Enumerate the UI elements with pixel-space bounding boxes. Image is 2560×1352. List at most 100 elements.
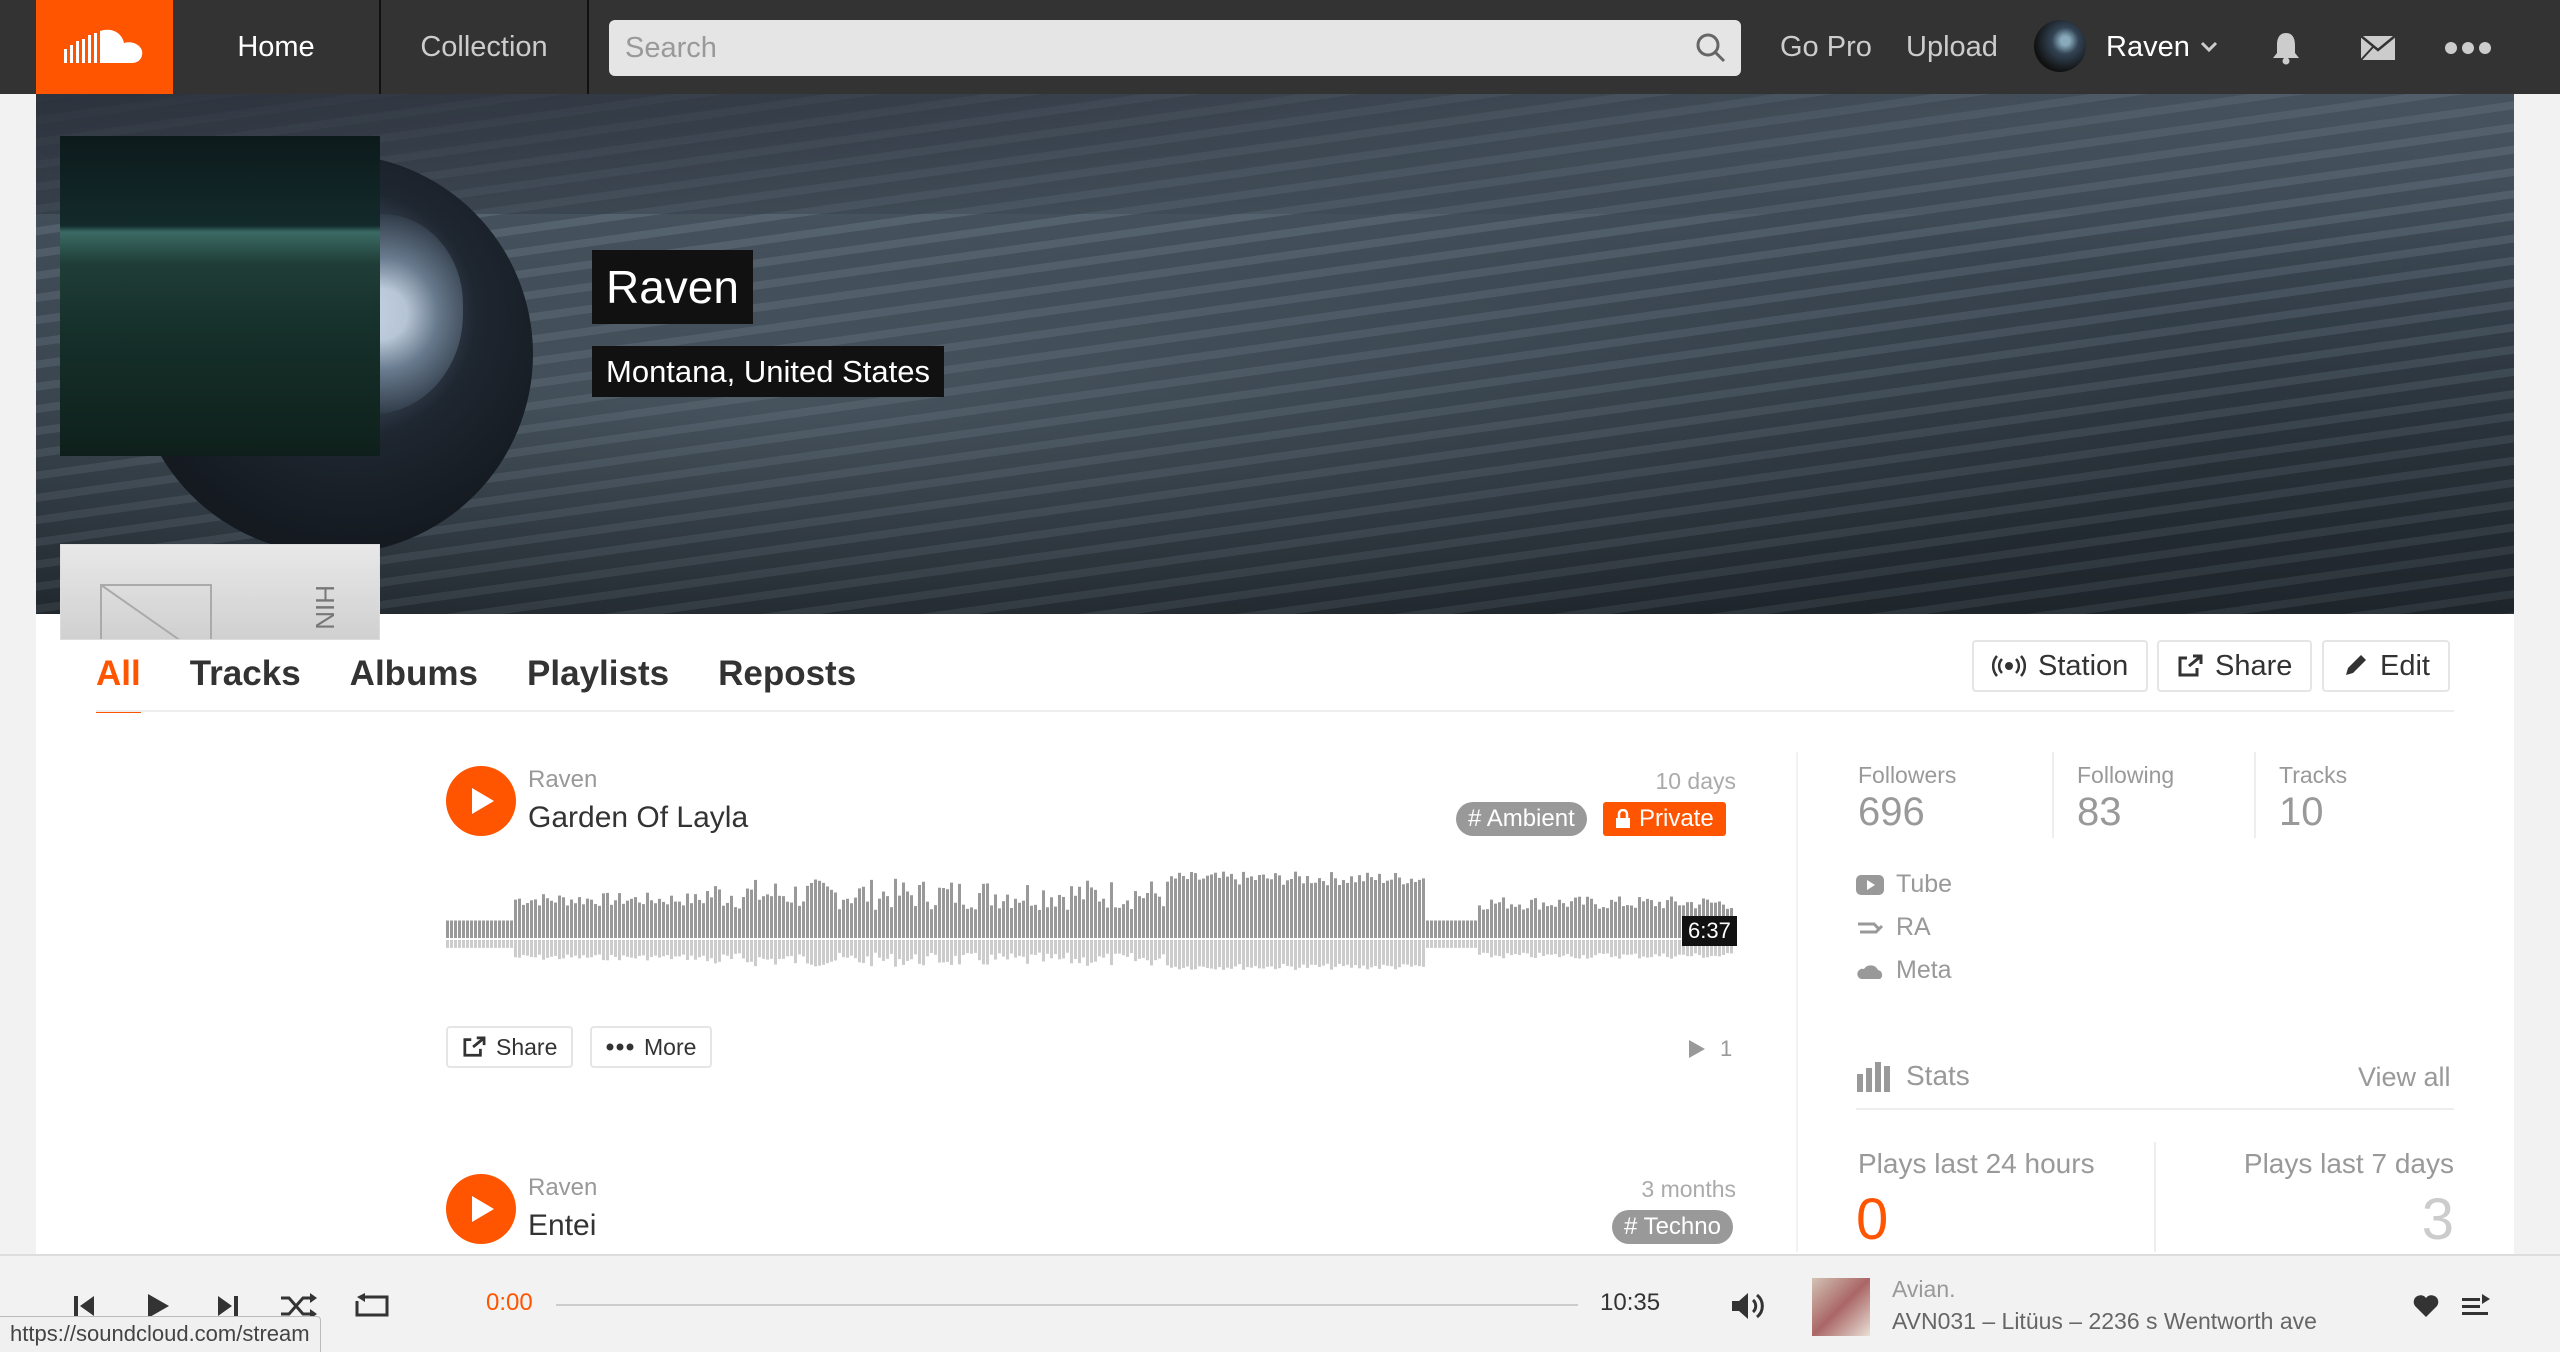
tracks-count[interactable]: 10 bbox=[2279, 790, 2324, 835]
chevron-down-icon[interactable] bbox=[2200, 40, 2218, 54]
track-share-button[interactable]: Share bbox=[446, 1026, 574, 1068]
social-link-label: Tube bbox=[1896, 870, 1953, 898]
followers-label[interactable]: Followers bbox=[1858, 762, 1956, 789]
track-artwork[interactable] bbox=[60, 136, 380, 456]
play-icon bbox=[472, 788, 494, 814]
track-more-label: More bbox=[644, 1033, 697, 1060]
play-button[interactable] bbox=[446, 1174, 516, 1244]
share-button[interactable]: Share bbox=[2157, 640, 2313, 692]
user-avatar[interactable] bbox=[2034, 20, 2086, 72]
genre-tag[interactable]: # Ambient bbox=[1456, 802, 1587, 836]
ra-icon bbox=[1858, 922, 1884, 933]
tabs-divider bbox=[96, 710, 2454, 712]
track-more-button[interactable]: More bbox=[590, 1026, 713, 1068]
station-button[interactable]: Station bbox=[1972, 640, 2149, 692]
track-date: 3 months bbox=[1641, 1176, 1736, 1202]
youtube-icon bbox=[1856, 874, 1884, 895]
genre-tag[interactable]: # Techno bbox=[1612, 1210, 1733, 1244]
stat-divider bbox=[2052, 752, 2054, 838]
social-link-ra[interactable]: RA bbox=[1856, 913, 1931, 942]
following-label[interactable]: Following bbox=[2077, 762, 2174, 789]
stat-divider bbox=[2254, 752, 2256, 838]
share-icon bbox=[2178, 654, 2203, 677]
station-icon bbox=[1992, 655, 2026, 677]
queue-list-icon[interactable] bbox=[2454, 1284, 2498, 1328]
private-label: Private bbox=[1639, 805, 1714, 832]
tracks-label[interactable]: Tracks bbox=[2279, 762, 2347, 789]
play-icon bbox=[472, 1196, 494, 1222]
tab-reposts[interactable]: Reposts bbox=[718, 654, 856, 713]
repeat-icon[interactable] bbox=[350, 1284, 394, 1328]
plays-7d-label: Plays last 7 days bbox=[2243, 1148, 2454, 1179]
stats-divider bbox=[1856, 1108, 2454, 1110]
share-icon bbox=[463, 1036, 486, 1057]
search-input[interactable] bbox=[609, 20, 1741, 76]
more-options-icon[interactable] bbox=[2444, 24, 2492, 72]
track-title[interactable]: Garden Of Layla bbox=[528, 801, 748, 835]
tab-albums[interactable]: Albums bbox=[350, 654, 478, 713]
stats-header[interactable]: Stats bbox=[1856, 1060, 1970, 1092]
top-navigation-bar: Home Collection Go Pro Upload Raven bbox=[0, 0, 2560, 94]
status-bar-url: https://soundcloud.com/stream bbox=[0, 1316, 321, 1352]
plays-24h-value: 0 bbox=[1856, 1187, 1889, 1252]
social-link-label: Meta bbox=[1896, 956, 1952, 984]
playback-bar: 0:00 10:35 Avian. AVN031 – Litüus – 2236… bbox=[0, 1254, 2560, 1352]
edit-button[interactable]: Edit bbox=[2322, 640, 2450, 692]
notifications-bell-icon[interactable] bbox=[2262, 24, 2310, 72]
track-date: 10 days bbox=[1655, 768, 1736, 794]
upload-link[interactable]: Upload bbox=[1906, 0, 1998, 94]
go-pro-link[interactable]: Go Pro bbox=[1780, 0, 1872, 94]
heart-icon[interactable] bbox=[2404, 1284, 2448, 1328]
track-title[interactable]: Entei bbox=[528, 1209, 596, 1243]
elapsed-time: 0:00 bbox=[486, 1289, 533, 1316]
tab-all[interactable]: All bbox=[96, 654, 141, 713]
now-playing-title[interactable]: AVN031 – Litüus – 2236 s Wentworth ave bbox=[1892, 1308, 2317, 1335]
station-label: Station bbox=[2038, 649, 2129, 682]
search-icon[interactable] bbox=[1695, 32, 1727, 64]
stat-divider bbox=[2154, 1142, 2156, 1252]
now-playing-artist[interactable]: Avian. bbox=[1892, 1276, 1956, 1303]
artwork-graphic: HIN bbox=[100, 584, 340, 639]
lock-icon bbox=[1616, 809, 1630, 828]
followers-count[interactable]: 696 bbox=[1858, 790, 1925, 835]
track-uploader[interactable]: Raven bbox=[528, 1174, 597, 1202]
soundcloud-cloud-icon bbox=[63, 29, 142, 63]
nav-home[interactable]: Home bbox=[173, 0, 381, 94]
now-playing-artwork[interactable] bbox=[1812, 1278, 1870, 1336]
waveform[interactable] bbox=[446, 866, 1736, 976]
pencil-icon bbox=[2346, 655, 2366, 675]
plays-7d-value: 3 bbox=[2421, 1187, 2454, 1252]
track-artwork[interactable]: HIN bbox=[60, 544, 380, 640]
play-button[interactable] bbox=[446, 766, 516, 836]
nav-collection[interactable]: Collection bbox=[381, 0, 589, 94]
social-link-meta[interactable]: Meta bbox=[1856, 956, 1952, 985]
search-box bbox=[609, 20, 1741, 76]
svg-text:HIN: HIN bbox=[310, 585, 340, 630]
private-badge: Private bbox=[1603, 802, 1726, 836]
soundcloud-logo[interactable] bbox=[36, 0, 173, 94]
track-share-label: Share bbox=[496, 1033, 558, 1060]
stats-bars-icon bbox=[1857, 1062, 1890, 1092]
profile-header-banner: Raven Montana, United States bbox=[36, 94, 2514, 614]
play-count: 1 bbox=[1688, 1036, 1732, 1062]
social-link-label: RA bbox=[1896, 913, 1931, 941]
messages-envelope-icon[interactable] bbox=[2354, 24, 2402, 72]
plays-24h-label: Plays last 24 hours bbox=[1858, 1148, 2095, 1179]
profile-name: Raven bbox=[592, 250, 753, 324]
stats-label: Stats bbox=[1906, 1060, 1970, 1091]
progress-bar[interactable] bbox=[556, 1304, 1578, 1306]
sidebar-divider bbox=[1796, 752, 1798, 1252]
track-uploader[interactable]: Raven bbox=[528, 766, 597, 794]
profile-location: Montana, United States bbox=[592, 346, 944, 397]
social-link-tube[interactable]: Tube bbox=[1856, 870, 1952, 899]
total-time: 10:35 bbox=[1600, 1289, 1661, 1316]
more-dots-icon bbox=[606, 1043, 634, 1051]
view-all-link[interactable]: View all bbox=[2358, 1062, 2451, 1093]
user-menu-name[interactable]: Raven bbox=[2106, 0, 2190, 94]
following-count[interactable]: 83 bbox=[2077, 790, 2122, 835]
cloud-icon bbox=[1857, 964, 1883, 979]
volume-icon[interactable] bbox=[1726, 1284, 1770, 1328]
tab-tracks[interactable]: Tracks bbox=[190, 654, 301, 713]
play-count-icon bbox=[1689, 1040, 1705, 1058]
tab-playlists[interactable]: Playlists bbox=[527, 654, 669, 713]
